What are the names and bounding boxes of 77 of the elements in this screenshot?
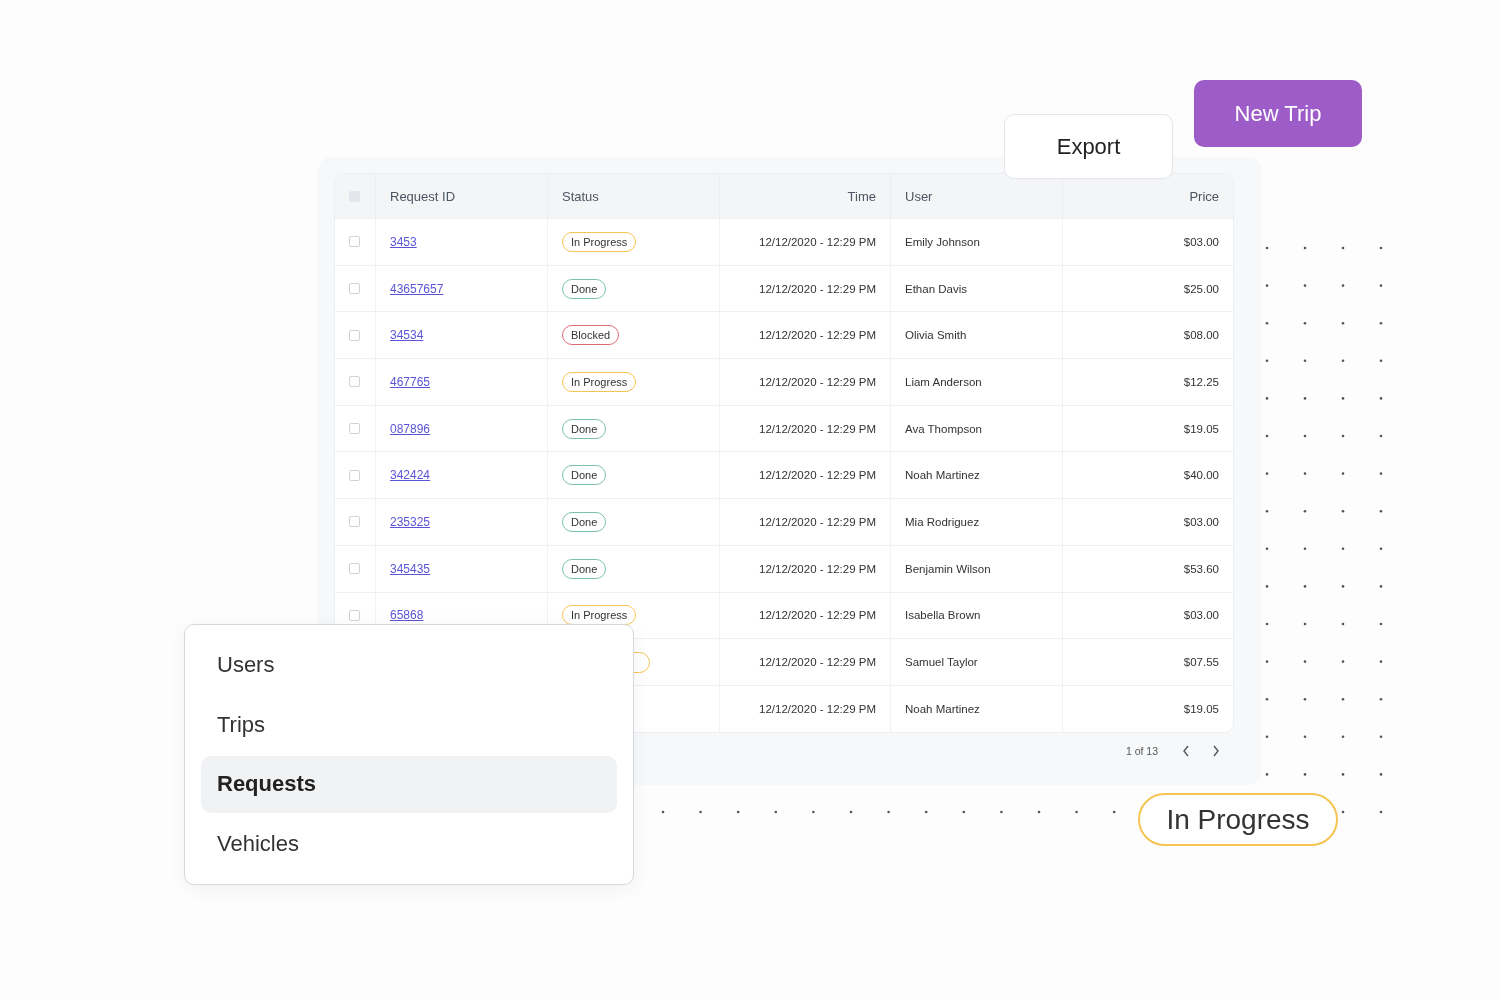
status-badge: In Progress xyxy=(562,371,637,392)
status-badge: Blocked xyxy=(562,325,620,346)
price-cell: $08.00 xyxy=(1183,329,1219,342)
menu-item[interactable]: Users xyxy=(201,636,617,694)
user-cell: Emily Johnson xyxy=(905,235,980,248)
row-checkbox[interactable] xyxy=(349,236,360,248)
time-cell: 12/12/2020 - 12:29 PM xyxy=(759,375,876,388)
time-cell: 12/12/2020 - 12:29 PM xyxy=(759,329,876,342)
status-badge: Done xyxy=(562,278,607,299)
row-checkbox[interactable] xyxy=(349,516,360,528)
time-cell: 12/12/2020 - 12:29 PM xyxy=(759,235,876,248)
row-checkbox[interactable] xyxy=(349,329,360,341)
pagination-label: 1 of 13 xyxy=(1125,744,1158,757)
price-cell: $53.60 xyxy=(1183,562,1219,575)
row-checkbox[interactable] xyxy=(349,469,360,481)
column-header: Request ID xyxy=(390,188,456,204)
user-cell: Samuel Taylor xyxy=(905,656,978,669)
status-badge: In Progress xyxy=(562,231,637,252)
request-id-link[interactable]: 342424 xyxy=(390,468,431,483)
column-header: Time xyxy=(847,188,876,204)
row-checkbox[interactable] xyxy=(349,609,360,621)
user-cell: Benjamin Wilson xyxy=(905,562,991,575)
menu-item[interactable]: Vehicles xyxy=(201,815,617,873)
time-cell: 12/12/2020 - 12:29 PM xyxy=(759,609,876,622)
time-cell: 12/12/2020 - 12:29 PM xyxy=(759,515,876,528)
user-cell: Isabella Brown xyxy=(905,609,981,622)
request-id-link[interactable]: 43657657 xyxy=(390,281,444,296)
time-cell: 12/12/2020 - 12:29 PM xyxy=(759,702,876,715)
user-cell: Liam Anderson xyxy=(905,375,982,388)
user-cell: Ethan Davis xyxy=(905,282,967,295)
price-cell: $03.00 xyxy=(1183,609,1219,622)
row-checkbox[interactable] xyxy=(349,563,360,575)
request-id-link[interactable]: 235325 xyxy=(390,514,431,529)
price-cell: $25.00 xyxy=(1183,282,1219,295)
column-header: Status xyxy=(562,188,599,204)
status-badge: In Progress xyxy=(562,605,637,626)
previous-page-button[interactable] xyxy=(1182,744,1190,757)
price-cell: $19.05 xyxy=(1183,422,1219,435)
user-cell: Mia Rodriguez xyxy=(905,515,980,528)
column-header: User xyxy=(905,188,933,204)
price-cell: $03.00 xyxy=(1183,235,1219,248)
time-cell: 12/12/2020 - 12:29 PM xyxy=(759,562,876,575)
menu-item[interactable]: Trips xyxy=(201,696,617,753)
chevron-left-icon xyxy=(1182,744,1190,757)
status-badge: Done xyxy=(562,465,607,486)
export-button[interactable]: Export xyxy=(1004,114,1173,179)
user-cell: Olivia Smith xyxy=(905,329,967,342)
price-cell: $40.00 xyxy=(1183,469,1219,482)
row-checkbox[interactable] xyxy=(349,283,360,295)
time-cell: 12/12/2020 - 12:29 PM xyxy=(759,282,876,295)
price-cell: $07.55 xyxy=(1183,656,1219,669)
user-cell: Noah Martinez xyxy=(905,702,980,715)
request-id-link[interactable]: 345435 xyxy=(390,561,431,576)
price-cell: $12.25 xyxy=(1183,375,1219,388)
user-cell: Ava Thompson xyxy=(905,422,982,435)
status-badge: In Progress xyxy=(1138,793,1338,846)
request-id-link[interactable]: 3453 xyxy=(390,234,417,249)
row-checkbox[interactable] xyxy=(349,376,360,388)
status-badge: Done xyxy=(562,511,607,532)
request-id-link[interactable]: 34534 xyxy=(390,328,424,343)
request-id-link[interactable]: 65868 xyxy=(390,608,424,623)
status-badge: Done xyxy=(562,558,607,579)
new-trip-button[interactable]: New Trip xyxy=(1194,80,1362,147)
price-cell: $19.05 xyxy=(1183,702,1219,715)
menu-item[interactable]: Requests xyxy=(201,756,617,813)
price-cell: $03.00 xyxy=(1183,515,1219,528)
request-id-link[interactable]: 467765 xyxy=(390,374,431,389)
row-checkbox[interactable] xyxy=(349,423,360,435)
next-page-button[interactable] xyxy=(1212,744,1220,757)
column-header: Price xyxy=(1189,188,1219,204)
chevron-right-icon xyxy=(1212,744,1220,757)
request-id-link[interactable]: 087896 xyxy=(390,421,431,436)
time-cell: 12/12/2020 - 12:29 PM xyxy=(759,469,876,482)
user-cell: Noah Martinez xyxy=(905,469,980,482)
time-cell: 12/12/2020 - 12:29 PM xyxy=(759,422,876,435)
time-cell: 12/12/2020 - 12:29 PM xyxy=(759,656,876,669)
status-badge: Done xyxy=(562,418,607,439)
